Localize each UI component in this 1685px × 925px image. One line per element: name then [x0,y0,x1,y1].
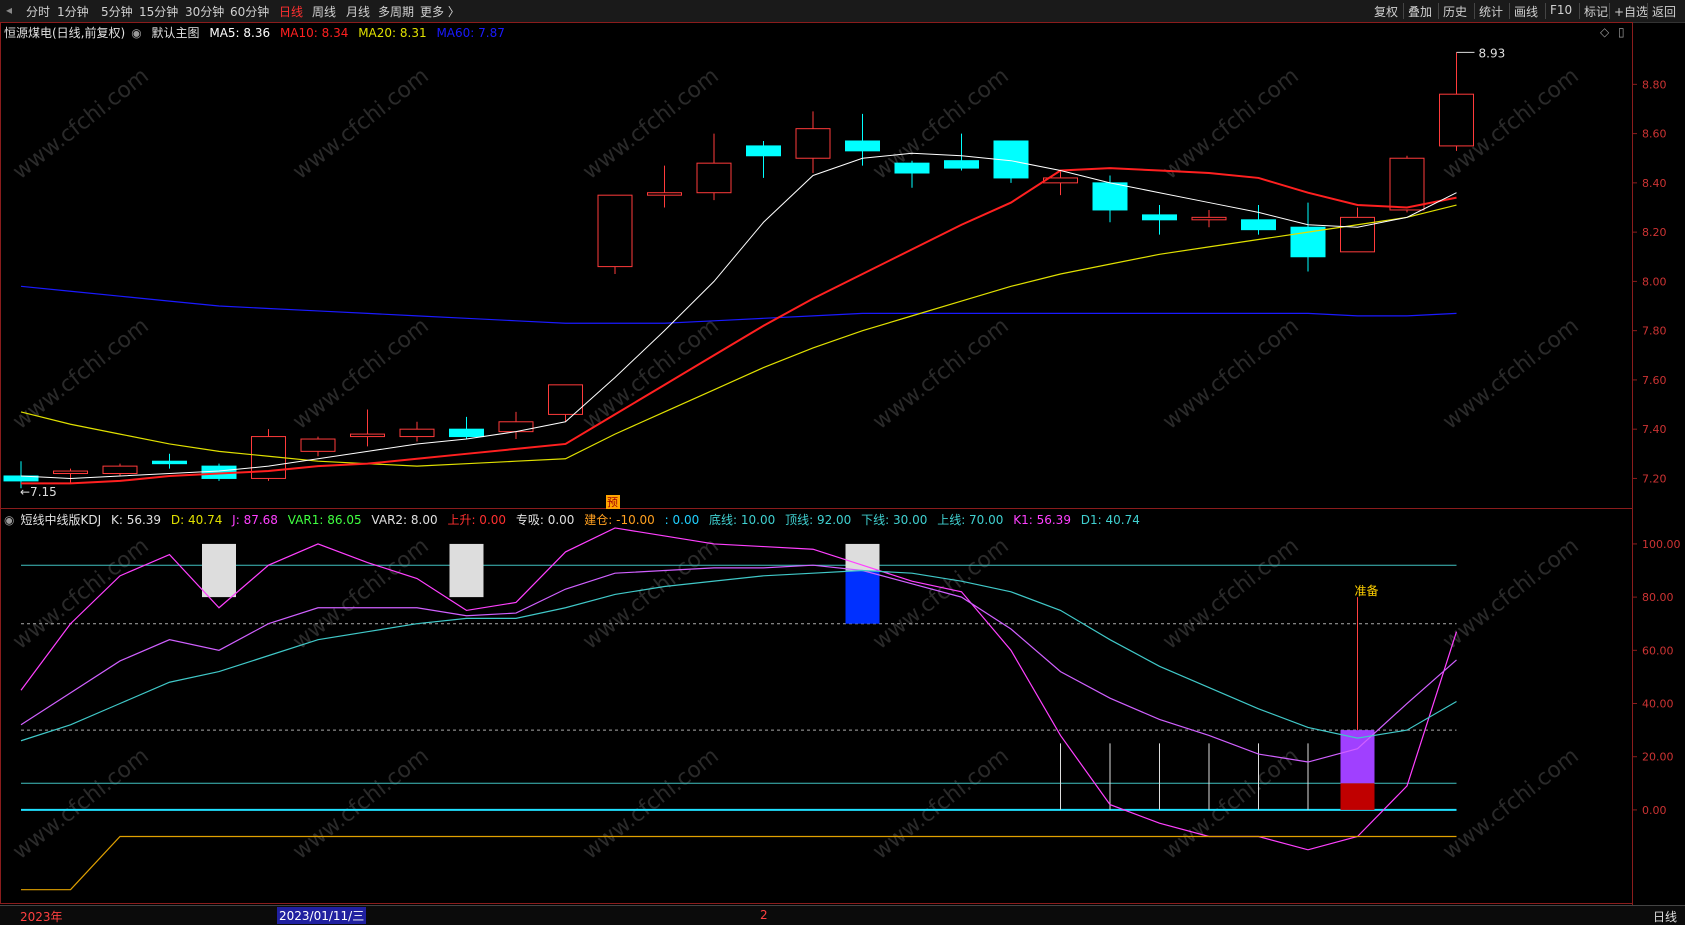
candle[interactable] [597,194,633,268]
watermark-text: www.cfchi.com [1438,533,1583,654]
candle[interactable] [647,192,682,196]
ma60-line [20,285,1457,324]
main-panel-frame [0,22,1633,509]
watermark-text: www.cfchi.com [8,63,153,184]
watermark-text: www.cfchi.com [1438,313,1583,434]
kdj-panel-frame [0,508,1633,904]
candle[interactable] [1439,93,1474,147]
candle[interactable] [696,162,732,194]
signal-block-red [1340,783,1375,810]
watermark-text: www.cfchi.com [8,743,153,864]
cursor-date: 2023/01/11/三 [277,907,367,924]
y-tick-label: 7.60 [1642,374,1667,387]
y-tick-label: 7.20 [1642,472,1667,485]
candle[interactable] [1389,157,1425,211]
candle[interactable] [746,145,781,157]
date-bar: 2023年 2023/01/11/三 2 日线 [0,905,1685,925]
kdj-tick-label: 20.00 [1642,751,1674,764]
y-tick-label: 8.20 [1642,226,1667,239]
candle[interactable] [102,465,138,475]
y-tick-label: 8.80 [1642,78,1667,91]
watermark-text: www.cfchi.com [578,313,723,434]
candle[interactable] [1092,182,1128,211]
kdj-tick-label: 0.00 [1642,804,1667,817]
watermark-text: www.cfchi.com [1158,743,1303,864]
ma20-line [20,204,1457,467]
candle[interactable] [53,470,88,475]
kdj-tick-label: 40.00 [1642,698,1674,711]
candle[interactable] [795,128,831,159]
watermark-text: www.cfchi.com [868,63,1013,184]
stock-chart[interactable]: www.cfchi.com www.cfchi.com www.cfchi.com w… [0,0,1685,924]
year-label: 2023年 [20,910,63,924]
candle[interactable] [1241,219,1276,231]
kdj-tick-label: 100.00 [1642,538,1681,551]
candle[interactable] [449,428,484,438]
signal-block [449,543,484,598]
candle[interactable] [548,384,583,415]
watermark-text: www.cfchi.com [1158,313,1303,434]
kdj-tick-label: 80.00 [1642,591,1674,604]
y-tick-label: 8.00 [1642,275,1667,288]
y-tick-label: 8.40 [1642,177,1667,190]
watermark-text: www.cfchi.com [288,313,433,434]
watermark-text: www.cfchi.com [868,743,1013,864]
low-price-label: ←7.15 [20,485,57,499]
high-price-label: 8.93 [1479,46,1506,60]
watermark-text: www.cfchi.com [1158,63,1303,184]
candle[interactable] [350,433,385,438]
watermark-text: www.cfchi.com [288,63,433,184]
watermark-text: www.cfchi.com [8,533,153,654]
expand-icon[interactable]: ▯ [1618,25,1625,39]
signal-block-blue [845,570,880,624]
candle[interactable] [1142,214,1177,221]
watermark-text: www.cfchi.com [8,313,153,434]
watermark-text: www.cfchi.com [1158,533,1303,654]
kdj-series-建仓 [21,835,1457,891]
candle[interactable] [1191,216,1227,221]
watermark-text: www.cfchi.com [1438,743,1583,864]
watermark-text: www.cfchi.com [868,313,1013,434]
ma5-line [20,152,1457,479]
candle[interactable] [845,140,880,152]
month-mark: 2 [760,908,768,922]
watermark-text: www.cfchi.com [288,533,433,654]
candle[interactable] [894,162,930,174]
watermark-text: www.cfchi.com [578,743,723,864]
y-tick-label: 7.40 [1642,423,1667,436]
diamond-icon[interactable]: ◇ [1600,25,1610,39]
daily-period-button[interactable]: 日线 [1653,908,1677,925]
candle[interactable] [498,421,534,433]
signal-block [202,543,236,598]
candle[interactable] [152,460,187,465]
pre-badge-text: 预 [607,496,618,509]
ma10-line [21,167,1457,485]
watermark-text: www.cfchi.com [288,743,433,864]
kdj-tick-label: 60.00 [1642,644,1674,657]
candle[interactable] [300,438,336,452]
y-tick-label: 8.60 [1642,128,1667,141]
watermark-text: www.cfchi.com [578,533,723,654]
candle[interactable] [944,160,979,169]
ready-label: 准备 [1355,584,1379,598]
candle[interactable] [399,428,435,438]
y-tick-label: 7.80 [1642,325,1667,338]
watermark-text: www.cfchi.com [868,533,1013,654]
